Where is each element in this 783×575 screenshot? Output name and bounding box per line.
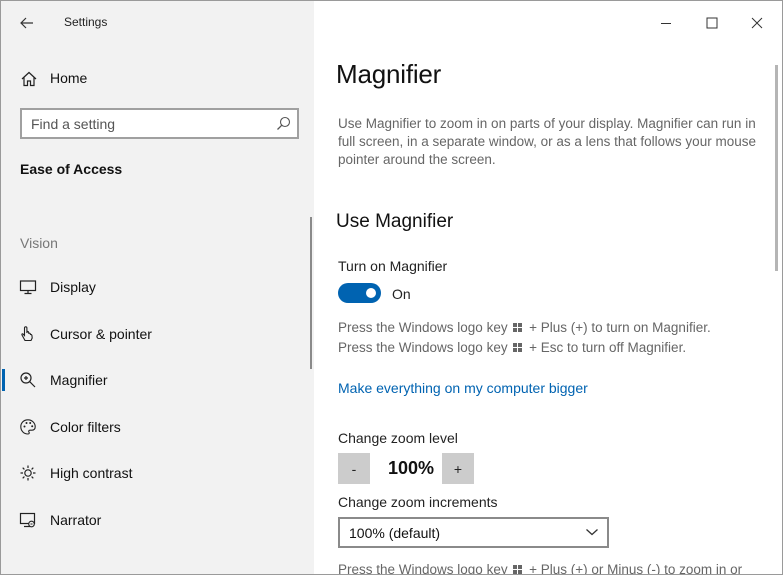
sidebar-scrollbar[interactable] (310, 217, 312, 369)
use-magnifier-heading: Use Magnifier (336, 211, 454, 232)
back-button[interactable] (13, 9, 41, 37)
minimize-icon (661, 23, 671, 24)
active-indicator (2, 369, 5, 391)
toggle-state: On (392, 286, 411, 302)
windows-logo-icon (513, 343, 523, 353)
magnifier-toggle[interactable] (338, 283, 381, 303)
windows-logo-icon (513, 323, 523, 333)
maximize-icon (706, 17, 718, 29)
sidebar-item-high-contrast[interactable]: High contrast (1, 454, 311, 492)
zoom-increments-select[interactable]: 100% (default) (338, 517, 609, 548)
magnifier-icon (20, 372, 36, 388)
hint-prefix: Press the Windows logo key (338, 340, 508, 355)
section-title: Ease of Access (20, 161, 123, 177)
pointer-icon (21, 326, 33, 342)
sidebar-item-color-filters[interactable]: Color filters (1, 408, 311, 446)
display-icon (19, 280, 37, 295)
toggle-label: Turn on Magnifier (338, 258, 448, 274)
main-content: Magnifier Use Magnifier to zoom in on pa… (314, 1, 782, 575)
home-label: Home (50, 70, 88, 86)
search-input[interactable] (22, 110, 267, 137)
sidebar-item-label: Magnifier (50, 372, 108, 388)
hint-suffix: + Plus (+) or Minus (-) to zoom in or (529, 562, 743, 575)
hint-turn-off: Press the Windows logo key + Esc to turn… (338, 340, 686, 355)
narrator-icon (19, 512, 36, 528)
zoom-level-label: Change zoom level (338, 430, 458, 446)
sidebar-item-label: Cursor & pointer (50, 326, 152, 342)
hint-prefix: Press the Windows logo key (338, 562, 508, 575)
settings-window: Settings Home Ease of Access Vision Disp… (0, 0, 783, 575)
hint-zoom: Press the Windows logo key + Plus (+) or… (338, 562, 743, 575)
chevron-down-icon (586, 529, 598, 536)
hint-prefix: Press the Windows logo key (338, 320, 508, 335)
page-description: Use Magnifier to zoom in on parts of you… (338, 116, 756, 167)
sidebar-item-label: High contrast (50, 465, 133, 481)
hint-turn-on: Press the Windows logo key + Plus (+) to… (338, 320, 711, 335)
sidebar-item-label: Narrator (50, 512, 102, 528)
zoom-out-button[interactable]: - (338, 453, 370, 484)
close-icon (751, 17, 763, 29)
sidebar-item-magnifier[interactable]: Magnifier (1, 361, 311, 399)
zoom-increments-value: 100% (default) (349, 525, 441, 541)
zoom-increments-label: Change zoom increments (338, 494, 498, 510)
zoom-level-value: 100% (387, 458, 435, 478)
color-filters-icon (20, 419, 36, 435)
sidebar: Settings Home Ease of Access Vision Disp… (1, 1, 314, 574)
minimize-button[interactable] (649, 9, 683, 37)
main-scrollbar[interactable] (775, 65, 778, 271)
zoom-in-button[interactable]: + (442, 453, 474, 484)
window-title: Settings (64, 15, 108, 29)
hint-suffix: + Esc to turn off Magnifier. (529, 340, 687, 355)
hint-suffix: + Plus (+) to turn on Magnifier. (529, 320, 711, 335)
sidebar-item-label: Color filters (50, 419, 121, 435)
make-bigger-link[interactable]: Make everything on my computer bigger (338, 380, 588, 396)
group-label-vision: Vision (20, 235, 58, 251)
windows-logo-icon (513, 565, 523, 574)
search-icon[interactable] (276, 116, 291, 131)
sidebar-item-label: Display (50, 279, 96, 295)
close-button[interactable] (740, 9, 774, 37)
sidebar-item-display[interactable]: Display (1, 268, 311, 306)
page-title: Magnifier (336, 59, 442, 89)
sidebar-item-home[interactable]: Home (1, 63, 314, 93)
sidebar-item-cursor-pointer[interactable]: Cursor & pointer (1, 315, 311, 353)
home-icon (21, 71, 37, 87)
toggle-knob (366, 288, 376, 298)
maximize-button[interactable] (695, 9, 729, 37)
search-box (20, 108, 299, 139)
high-contrast-icon (20, 465, 36, 481)
sidebar-item-narrator[interactable]: Narrator (1, 501, 311, 539)
back-arrow-icon (20, 17, 33, 29)
